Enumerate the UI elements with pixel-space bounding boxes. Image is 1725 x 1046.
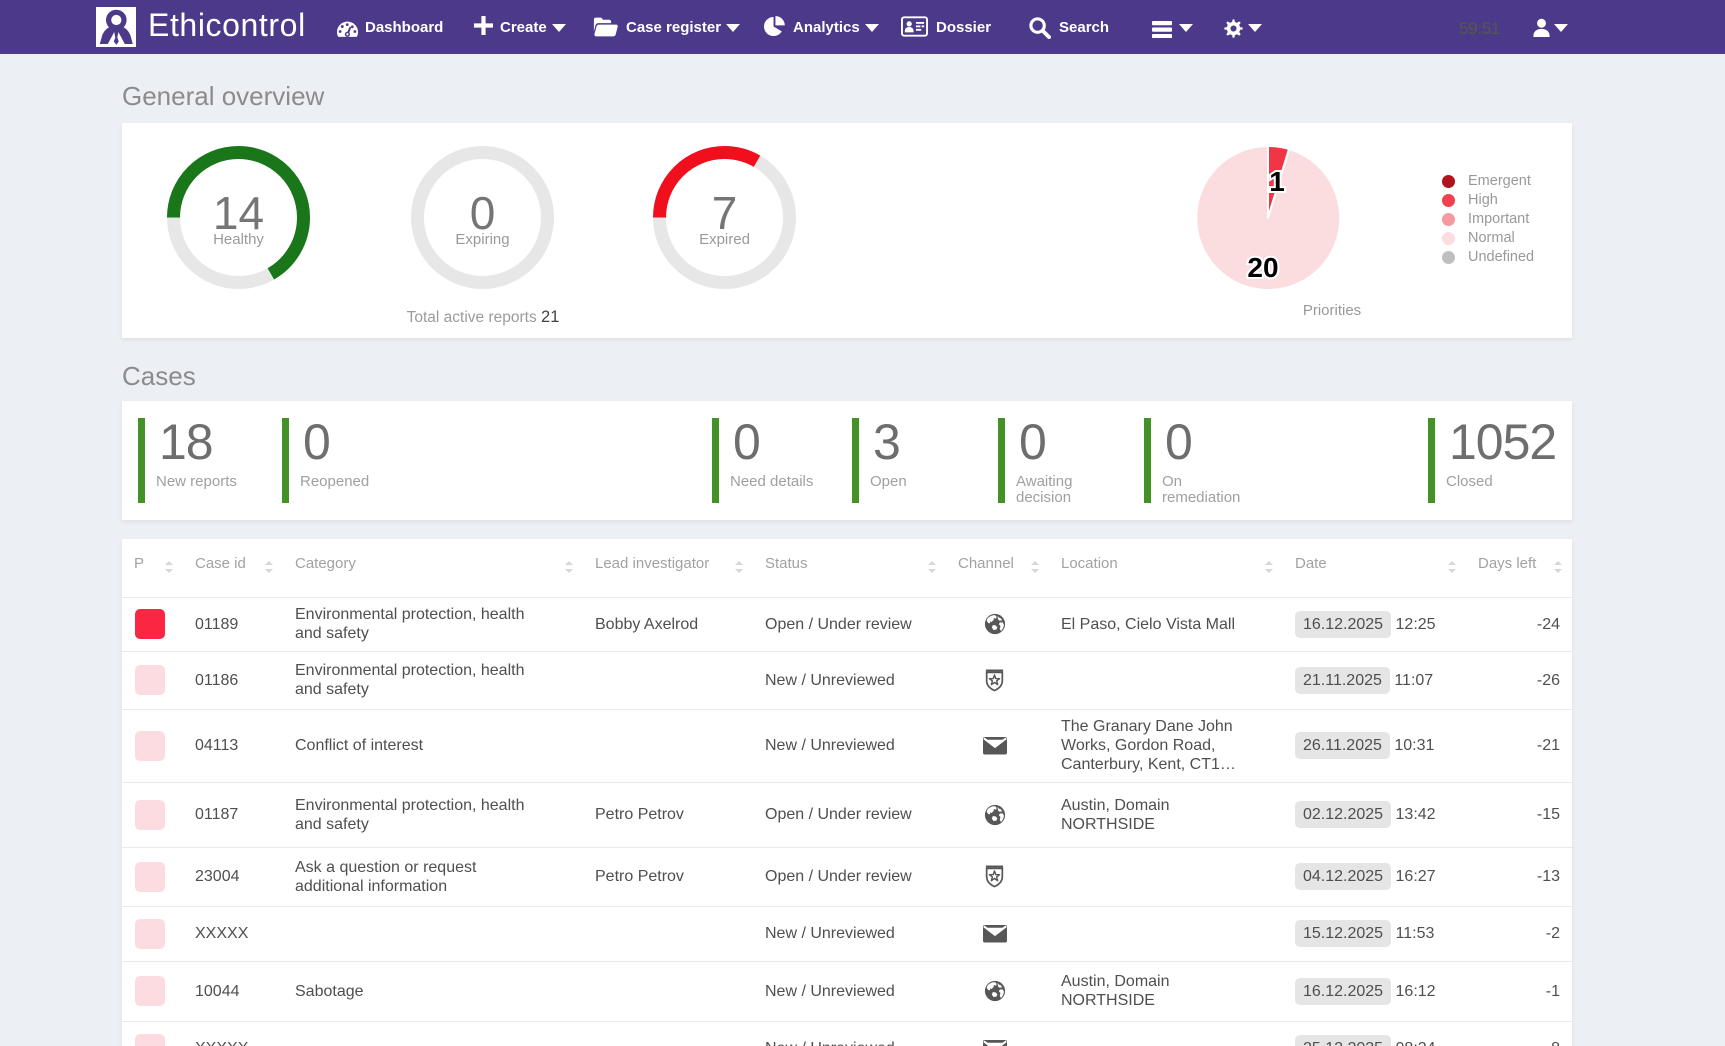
svg-text:20: 20 <box>1247 252 1278 283</box>
svg-text:1: 1 <box>1269 166 1285 197</box>
